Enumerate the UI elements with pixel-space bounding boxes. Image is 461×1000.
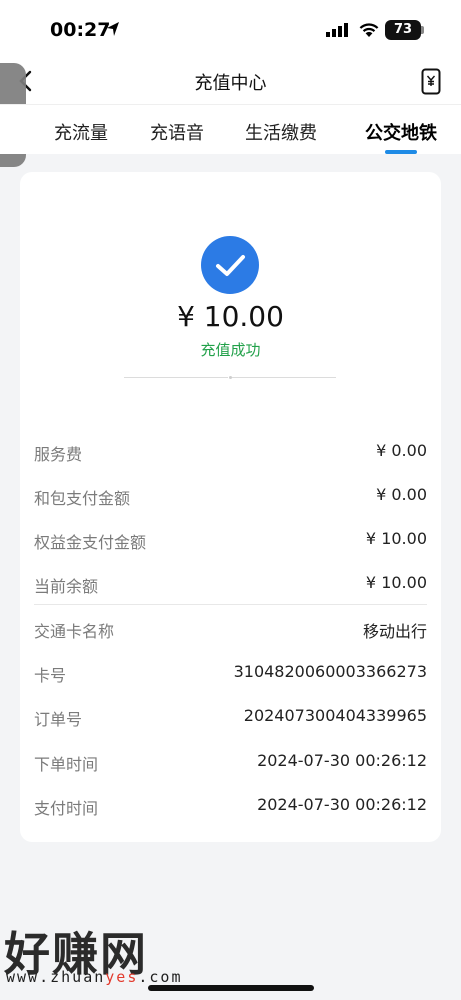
status-badge: 充值成功	[200, 341, 261, 359]
detail-label: 支付时间	[34, 799, 99, 818]
watermark-url-a: www.zhuan	[6, 968, 106, 986]
detail-value: 2024-07-30 00:26:12	[257, 751, 427, 770]
detail-label: 服务费	[34, 445, 83, 464]
watermark: 好赚网 www.zhuanyes.com	[4, 918, 180, 986]
detail-value: ¥ 10.00	[365, 529, 427, 548]
tab-voice[interactable]: 充语音	[150, 119, 204, 145]
status-bar: 00:27 73	[0, 0, 461, 60]
paid-amount: ¥ 10.00	[177, 300, 284, 333]
detail-row-service-fee: 服务费 ¥ 0.00	[34, 441, 427, 465]
detail-value: 2024-07-30 00:26:12	[257, 795, 427, 814]
active-tab-indicator	[385, 150, 417, 154]
detail-label: 卡号	[34, 666, 67, 685]
receipt-yen-icon[interactable]	[421, 68, 441, 95]
detail-label: 权益金支付金额	[34, 533, 147, 552]
nav-bar: 充值中心	[0, 60, 461, 104]
detail-row-card-number: 卡号 3104820060003366273	[34, 662, 427, 686]
detail-row-equity-amount: 权益金支付金额 ¥ 10.00	[34, 529, 427, 553]
watermark-url: www.zhuanyes.com	[6, 968, 183, 986]
detail-value: ¥ 0.00	[376, 441, 427, 460]
battery-icon: 73	[385, 20, 421, 40]
location-arrow-icon	[107, 22, 119, 36]
checkmark-circle-icon	[201, 236, 259, 294]
detail-row-hebao-amount: 和包支付金额 ¥ 0.00	[34, 485, 427, 509]
detail-value: 移动出行	[362, 622, 427, 641]
result-card: ¥ 10.00 充值成功 服务费 ¥ 0.00 和包支付金额 ¥ 0.00 权益…	[20, 172, 441, 842]
detail-label: 当前余额	[34, 577, 99, 596]
divider-left	[124, 377, 228, 378]
detail-label: 订单号	[34, 710, 83, 729]
detail-value: 202407300404339965	[243, 706, 427, 725]
home-indicator	[148, 985, 314, 991]
page-title: 充值中心	[194, 73, 267, 94]
divider-right	[232, 377, 336, 378]
detail-value: ¥ 0.00	[376, 485, 427, 504]
detail-row-order-time: 下单时间 2024-07-30 00:26:12	[34, 751, 427, 775]
detail-row-balance: 当前余额 ¥ 10.00	[34, 573, 427, 597]
tab-utilities[interactable]: 生活缴费	[245, 119, 317, 145]
detail-row-pay-time: 支付时间 2024-07-30 00:26:12	[34, 795, 427, 819]
detail-value: ¥ 10.00	[365, 573, 427, 592]
detail-label: 交通卡名称	[34, 622, 115, 641]
tab-transit[interactable]: 公交地铁	[365, 119, 437, 145]
status-time: 00:27	[50, 19, 111, 41]
tab-bar: 充流量 充语音 生活缴费 公交地铁	[0, 104, 461, 154]
detail-row-card-name: 交通卡名称 移动出行	[34, 618, 427, 642]
watermark-url-c: .com	[138, 968, 183, 986]
detail-label: 下单时间	[34, 755, 99, 774]
detail-value: 3104820060003366273	[233, 662, 427, 681]
detail-label: 和包支付金额	[34, 489, 131, 508]
watermark-url-b: yes	[105, 968, 139, 986]
signal-icon	[326, 23, 348, 37]
section-divider	[34, 604, 427, 605]
detail-row-order-number: 订单号 202407300404339965	[34, 706, 427, 730]
battery-tip	[421, 26, 424, 34]
tab-data[interactable]: 充流量	[54, 119, 108, 145]
wifi-icon	[359, 23, 379, 37]
